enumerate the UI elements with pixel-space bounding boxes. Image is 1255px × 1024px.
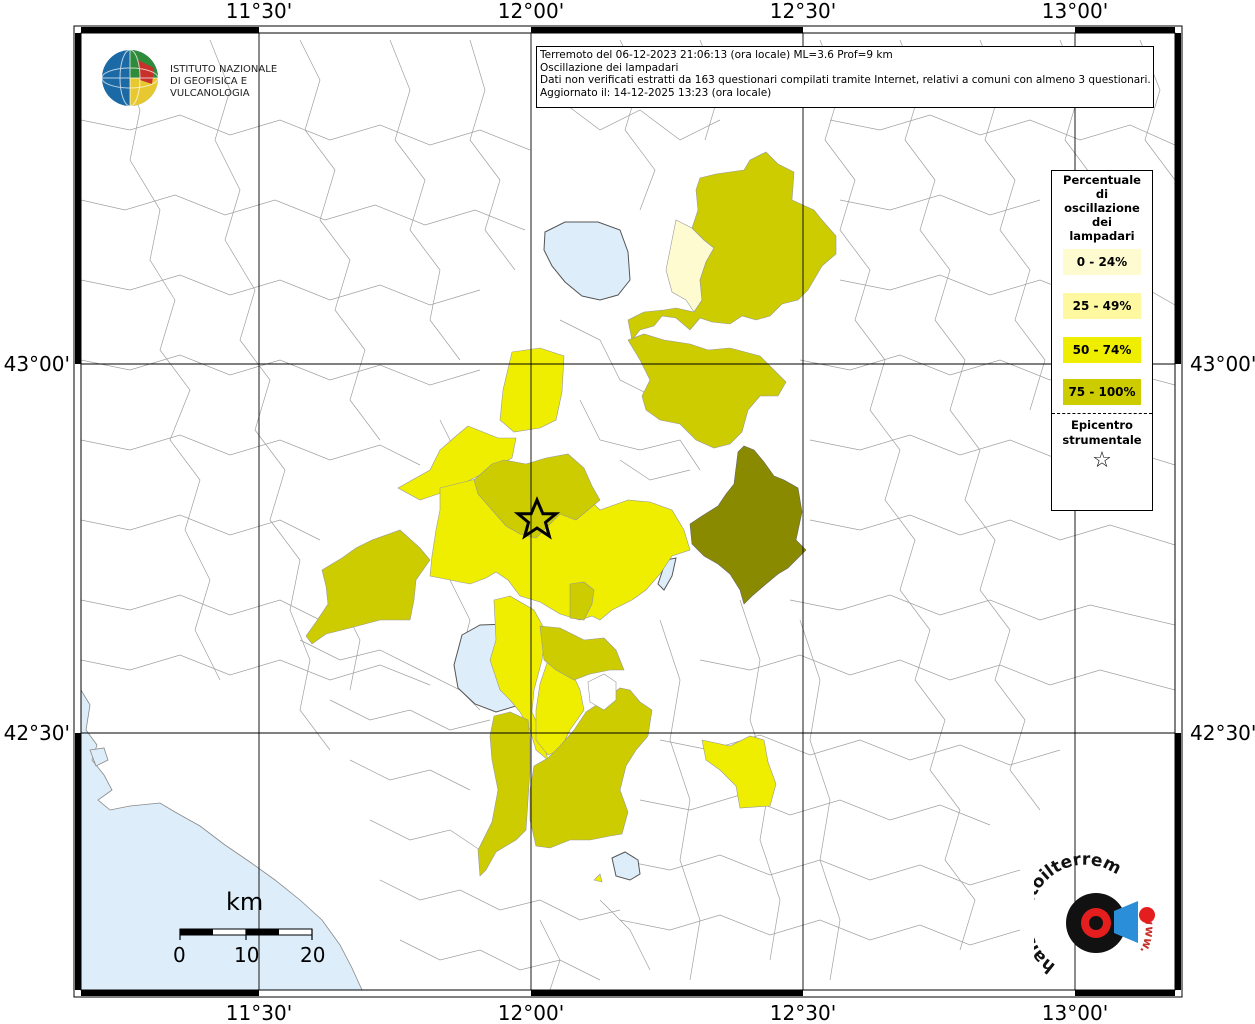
scale-label-10: 10 [234,943,260,967]
lon-tick-top: 12°30' [770,0,836,23]
lon-tick-bottom: 13°00' [1042,1001,1108,1024]
update-time: Aggiornato il: 14-12-2025 13:23 (ora loc… [540,86,772,99]
lon-tick-top: 11°30' [226,0,292,23]
legend-title-line: di [1095,187,1109,201]
lat-tick-right: 43°00' [1190,352,1255,376]
lon-tick-bottom: 12°30' [770,1001,836,1024]
event-info-box: Terremoto del 06-12-2023 21:06:13 (ora l… [536,46,1154,108]
haisentito-logo-icon: haisentitoilterremoto.it www. [1015,840,1157,977]
scale-label-20: 20 [300,943,326,967]
lat-tick-right: 42°30' [1190,721,1255,745]
legend-item-75-100: 75 - 100% [1063,379,1141,405]
data-note: Dati non verificati estratti da 163 ques… [540,74,1151,87]
lon-tick-bottom: 12°00' [498,1001,564,1024]
scale-label-0: 0 [173,943,186,967]
map-area [81,33,1175,990]
lat-tick-left: 42°30' [4,721,70,745]
legend: Percentuale di oscillazione dei lampadar… [1051,170,1153,511]
lon-tick-top: 13°00' [1042,0,1108,23]
legend-title-line: lampadari [1069,229,1135,243]
institute-line-1: ISTITUTO NAZIONALE [170,64,278,75]
lon-tick-top: 12°00' [498,0,564,23]
epicenter-legend-label: Epicentro strumentale [1052,418,1152,448]
lon-tick-bottom: 11°30' [226,1001,292,1024]
legend-title-line: oscillazione [1064,201,1140,215]
haisentito-logo: haisentitoilterremoto.it www. [1015,840,1164,985]
scale-unit: km [226,888,264,916]
legend-title-line: dei [1092,215,1112,229]
legend-item-50-74: 50 - 74% [1063,337,1141,363]
epicenter-star-icon: ☆ [1092,448,1112,473]
legend-title-line: Percentuale [1063,173,1141,187]
ingv-logo: ISTITUTO NAZIONALE DI GEOFISICA E VULCAN… [100,48,310,108]
institute-line-2: DI GEOFISICA E VULCANOLOGIA [170,76,250,99]
globe-icon [101,49,159,107]
epicenter-legend-line: strumentale [1062,433,1142,447]
event-title: Terremoto del 06-12-2023 21:06:13 (ora l… [540,49,893,61]
legend-item-25-49: 25 - 49% [1063,293,1141,319]
epicenter-legend-line: Epicentro [1071,418,1133,432]
legend-divider [1052,413,1152,414]
lat-tick-left: 43°00' [4,352,70,376]
map-subject: Oscillazione dei lampadari [540,61,679,74]
legend-title: Percentuale di oscillazione dei lampadar… [1052,173,1152,243]
legend-item-0-24: 0 - 24% [1063,249,1141,275]
